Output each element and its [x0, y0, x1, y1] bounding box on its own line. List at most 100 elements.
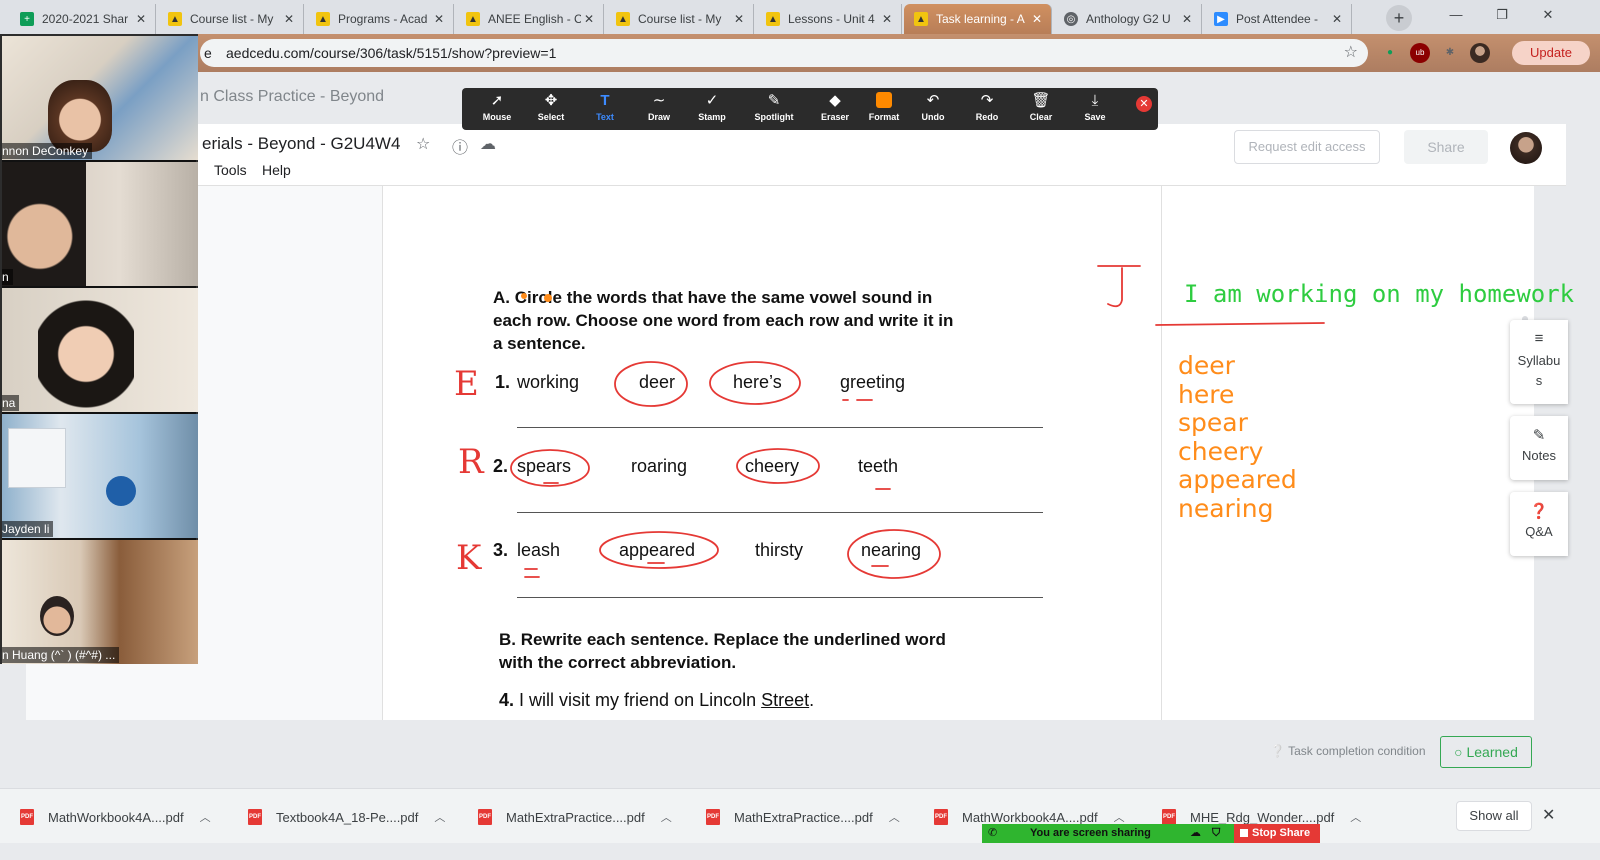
course-icon: ▲: [316, 12, 330, 26]
participant-video[interactable]: n Huang (^` ) (#^#) ...: [2, 540, 198, 664]
close-icon[interactable]: ✕: [281, 12, 297, 26]
cloud-icon[interactable]: ☁: [480, 134, 496, 154]
ublock-icon[interactable]: ub: [1410, 43, 1430, 63]
tab-0[interactable]: + 2020-2021 Shar ✕: [10, 4, 156, 34]
menu-help[interactable]: Help: [262, 162, 291, 178]
pdf-icon: PDF: [478, 809, 492, 825]
qa-tab[interactable]: ❓ Q&A: [1510, 492, 1568, 556]
download-name: MathWorkbook4A....pdf: [962, 809, 1098, 825]
close-icon[interactable]: ✕: [1542, 805, 1555, 825]
word: greeting: [840, 372, 906, 392]
qa-label: Q&A: [1525, 524, 1553, 539]
tool-spotlight[interactable]: ✎ Spotlight: [747, 92, 801, 122]
tool-redo[interactable]: ↷ Redo: [960, 92, 1014, 122]
update-button[interactable]: Update: [1512, 41, 1590, 65]
close-icon[interactable]: ✕: [731, 12, 747, 26]
tab-2[interactable]: ▲ Programs - Acad ✕: [306, 4, 454, 34]
tab-8[interactable]: ▶ Post Attendee - ✕: [1204, 4, 1352, 34]
extension-icon[interactable]: ●: [1380, 43, 1400, 63]
show-all-button[interactable]: Show all: [1456, 801, 1532, 831]
participant-name: na: [2, 395, 20, 411]
close-icon[interactable]: ✕: [431, 12, 447, 26]
url-field[interactable]: e aedcedu.com/course/306/task/5151/show?…: [200, 39, 1368, 67]
participant-video-strip: nnon DeConkey n na Jayden li n Huang (^`…: [0, 34, 198, 664]
bookmark-star-icon[interactable]: ☆: [1344, 39, 1358, 67]
word: roaring: [631, 456, 688, 476]
close-icon[interactable]: ✕: [1329, 12, 1345, 26]
stop-icon: [1240, 829, 1248, 837]
stop-share-button[interactable]: Stop Share: [1234, 824, 1320, 843]
tab-title: Anthology G2 U: [1086, 12, 1171, 26]
close-icon[interactable]: ✕: [133, 12, 149, 26]
restore-icon[interactable]: ❐: [1482, 0, 1522, 30]
participant-video[interactable]: Jayden li: [2, 414, 198, 538]
tool-text[interactable]: T Text: [578, 92, 632, 122]
menu-tools[interactable]: Tools: [214, 162, 247, 178]
puzzle-icon[interactable]: ✱: [1440, 43, 1460, 63]
url-prefix: e: [204, 45, 212, 61]
tab-4[interactable]: ▲ Course list - My ✕: [606, 4, 754, 34]
chevron-up-icon[interactable]: ︿: [434, 809, 445, 825]
url-text: aedcedu.com/course/306/task/5151/show?pr…: [226, 45, 557, 61]
participant-video[interactable]: nnon DeConkey: [2, 36, 198, 160]
info-icon[interactable]: ⓘ: [452, 134, 468, 158]
tool-undo[interactable]: ↶ Undo: [906, 92, 960, 122]
section-b-heading: B. Rewrite each sentence. Replace the un…: [499, 628, 946, 674]
close-window-icon[interactable]: ✕: [1528, 0, 1568, 30]
sentence-text: I will visit my friend on Lincoln: [519, 690, 762, 710]
request-edit-access-button[interactable]: Request edit access: [1234, 130, 1380, 164]
task-completion-condition[interactable]: ❔ Task completion condition: [1270, 744, 1426, 758]
globe-icon: ◎: [1064, 12, 1078, 26]
tool-save[interactable]: ⤓ Save: [1068, 92, 1122, 122]
participant-video[interactable]: n: [2, 162, 198, 286]
tool-mouse[interactable]: ➚ Mouse: [470, 92, 524, 122]
tab-1[interactable]: ▲ Course list - My ✕: [158, 4, 304, 34]
word: appeared: [619, 540, 696, 560]
learned-button[interactable]: ○ Learned: [1440, 736, 1532, 768]
download-item[interactable]: PDF MathExtraPractice....pdf ︿: [706, 803, 900, 831]
tab-3[interactable]: ▲ ANEE English - C ✕: [456, 4, 604, 34]
chevron-up-icon[interactable]: ︿: [889, 809, 900, 825]
chevron-up-icon[interactable]: ︿: [1114, 809, 1125, 825]
download-item[interactable]: PDF MathExtraPractice....pdf ︿: [478, 803, 672, 831]
tab-5[interactable]: ▲ Lessons - Unit 4 ✕: [756, 4, 902, 34]
course-icon: ▲: [616, 12, 630, 26]
share-button[interactable]: Share: [1404, 130, 1488, 164]
close-icon[interactable]: ✕: [581, 12, 597, 26]
minimize-icon[interactable]: —: [1436, 0, 1476, 30]
new-tab-button[interactable]: +: [1386, 5, 1412, 31]
tool-eraser[interactable]: ◆ Eraser: [808, 92, 862, 122]
download-item[interactable]: PDF Textbook4A_18-Pe....pdf ︿: [248, 803, 445, 831]
annotation-word-list: deer here spear cheery appeared nearing: [1178, 351, 1297, 523]
tab-6[interactable]: ▲ Task learning - A ✕: [904, 4, 1052, 34]
annotation-letter: K: [456, 538, 482, 578]
chevron-up-icon[interactable]: ︿: [661, 809, 672, 825]
close-icon[interactable]: ✕: [879, 12, 895, 26]
close-icon[interactable]: ✕: [1029, 12, 1045, 26]
syllabus-tab[interactable]: ≡ Syllabus: [1510, 320, 1568, 404]
tool-format[interactable]: Format: [857, 92, 911, 122]
tab-title: Lessons - Unit 4: [788, 12, 875, 26]
annotation-word: appeared: [1178, 465, 1297, 494]
download-item[interactable]: PDF MathWorkbook4A....pdf ︿: [20, 803, 211, 831]
screen-sharing-indicator[interactable]: ✆ You are screen sharing ☁ ⛉: [982, 824, 1234, 843]
tool-stamp[interactable]: ✓ Stamp: [685, 92, 739, 122]
participant-video[interactable]: na: [2, 288, 198, 412]
tool-clear[interactable]: 🗑 Clear: [1014, 92, 1068, 122]
tool-label: Mouse: [482, 112, 512, 122]
close-icon[interactable]: ✕: [1179, 12, 1195, 26]
chevron-up-icon[interactable]: ︿: [200, 809, 211, 825]
account-avatar[interactable]: [1510, 132, 1542, 164]
tool-label: Clear: [1029, 112, 1053, 122]
tool-select[interactable]: ✥ Select: [524, 92, 578, 122]
star-icon[interactable]: ☆: [416, 134, 430, 154]
close-icon[interactable]: ✕: [1136, 96, 1152, 112]
tab-title: Course list - My: [638, 12, 722, 26]
tab-7[interactable]: ◎ Anthology G2 U ✕: [1054, 4, 1202, 34]
profile-avatar[interactable]: [1470, 43, 1490, 63]
tool-draw[interactable]: ∼ Draw: [632, 92, 686, 122]
chevron-up-icon[interactable]: ︿: [1350, 809, 1361, 825]
annotation-word: deer: [1178, 351, 1235, 380]
downloads-bar: PDF MathWorkbook4A....pdf ︿ PDF Textbook4A_…: [0, 788, 1600, 843]
notes-tab[interactable]: ✎ Notes: [1510, 416, 1568, 480]
